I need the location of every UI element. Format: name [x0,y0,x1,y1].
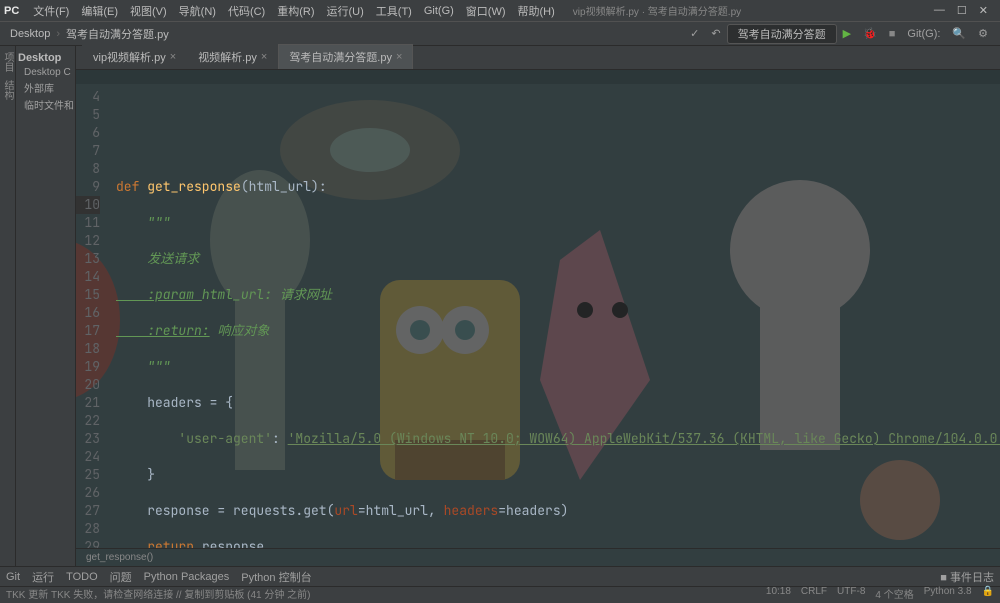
lock-icon[interactable]: 🔒 [982,586,994,601]
window-title: vip视频解析.py · 驾考自动满分答题.py [573,3,741,18]
code-editor[interactable]: 4567891011121314151617181920212223242526… [76,84,1000,548]
maximize-icon[interactable]: ☐ [957,4,967,17]
menu-bar: PC 文件(F) 编辑(E) 视图(V) 导航(N) 代码(C) 重构(R) 运… [0,0,1000,22]
menu-navigate[interactable]: 导航(N) [173,1,222,21]
menu-edit[interactable]: 编辑(E) [75,1,124,21]
app-logo: PC [4,5,19,17]
undo-icon[interactable]: ↶ [705,25,726,42]
git-tool-button[interactable]: Git [6,571,20,583]
run-configuration-select[interactable]: 驾考自动满分答题 [727,24,837,44]
menu-help[interactable]: 帮助(H) [512,1,561,21]
console-tool-button[interactable]: Python 控制台 [241,569,311,585]
menu-code[interactable]: 代码(C) [222,1,271,21]
status-message: TKK 更新 TKK 失败，请检查网络连接 // 复制到剪贴板 (41 分钟 之… [6,586,310,601]
navigation-bar: Desktop › 驾考自动满分答题.py ✓ ↶ 驾考自动满分答题 ▶ 🐞 ■… [0,22,1000,46]
packages-tool-button[interactable]: Python Packages [144,571,230,583]
line-ending[interactable]: CRLF [801,586,827,601]
bottom-tool-stripe: Git 运行 TODO 问题 Python Packages Python 控制… [0,566,1000,586]
run-tool-button[interactable]: 运行 [32,569,54,585]
problems-tool-button[interactable]: 问题 [110,569,132,585]
editor-area: vip视频解析.py× 视频解析.py× 驾考自动满分答题.py× ⚠6 ▲7 … [76,46,1000,566]
status-bar: TKK 更新 TKK 失败，请检查网络连接 // 复制到剪贴板 (41 分钟 之… [0,586,1000,600]
breadcrumb-root[interactable]: Desktop [6,28,54,40]
todo-tool-button[interactable]: TODO [66,571,98,583]
vcs-pull-icon[interactable]: ✓ [684,25,705,42]
close-tab-icon[interactable]: × [261,51,267,63]
git-toolbar-label[interactable]: Git(G): [901,26,946,42]
event-log-button[interactable]: ■ 事件日志 [940,569,994,585]
close-tab-icon[interactable]: × [396,51,402,63]
stop-icon[interactable]: ■ [883,26,902,42]
indent-setting[interactable]: 4 个空格 [875,586,913,601]
run-icon[interactable]: ▶ [837,25,857,42]
editor-tab[interactable]: 视频解析.py× [187,44,278,69]
menu-git[interactable]: Git(G) [418,3,460,19]
cursor-position[interactable]: 10:18 [766,586,791,601]
breadcrumb-bar[interactable]: get_response() [76,548,1000,566]
code-body[interactable]: def get_response(html_url): """ 发送请求 :pa… [106,84,1000,548]
project-tool-window[interactable]: Desktop Desktop C 外部库 临时文件和 [16,46,76,566]
project-node[interactable]: 外部库 [18,79,73,96]
menu-view[interactable]: 视图(V) [124,1,173,21]
interpreter[interactable]: Python 3.8 [924,586,972,601]
chevron-right-icon: › [54,28,62,40]
editor-tab[interactable]: vip视频解析.py× [82,44,187,69]
project-tool-button[interactable]: 项目 [0,52,15,72]
debug-icon[interactable]: 🐞 [857,25,883,42]
project-node[interactable]: 临时文件和 [18,96,73,113]
project-header: Desktop [18,50,73,66]
line-gutter: 4567891011121314151617181920212223242526… [76,84,106,548]
minimize-icon[interactable]: — [934,4,945,17]
file-encoding[interactable]: UTF-8 [837,586,865,601]
close-icon[interactable]: ✕ [979,4,988,17]
settings-icon[interactable]: ⚙ [972,25,994,42]
search-icon[interactable]: 🔍 [946,25,972,42]
editor-tab[interactable]: 驾考自动满分答题.py× [278,44,413,69]
menu-run[interactable]: 运行(U) [321,1,370,21]
menu-refactor[interactable]: 重构(R) [271,1,320,21]
menu-tools[interactable]: 工具(T) [370,1,418,21]
breadcrumb-file[interactable]: 驾考自动满分答题.py [62,26,173,42]
menu-window[interactable]: 窗口(W) [460,1,512,21]
project-node[interactable]: Desktop C [18,66,73,79]
menu-file[interactable]: 文件(F) [27,1,75,21]
structure-tool-button[interactable]: 结构 [0,80,15,100]
editor-tabs: vip视频解析.py× 视频解析.py× 驾考自动满分答题.py× [76,46,1000,70]
close-tab-icon[interactable]: × [170,51,176,63]
inspection-widget[interactable]: ⚠6 ▲7 ✓1 ˄˅ [76,70,1000,84]
left-tool-stripe: 项目 结构 [0,46,16,566]
